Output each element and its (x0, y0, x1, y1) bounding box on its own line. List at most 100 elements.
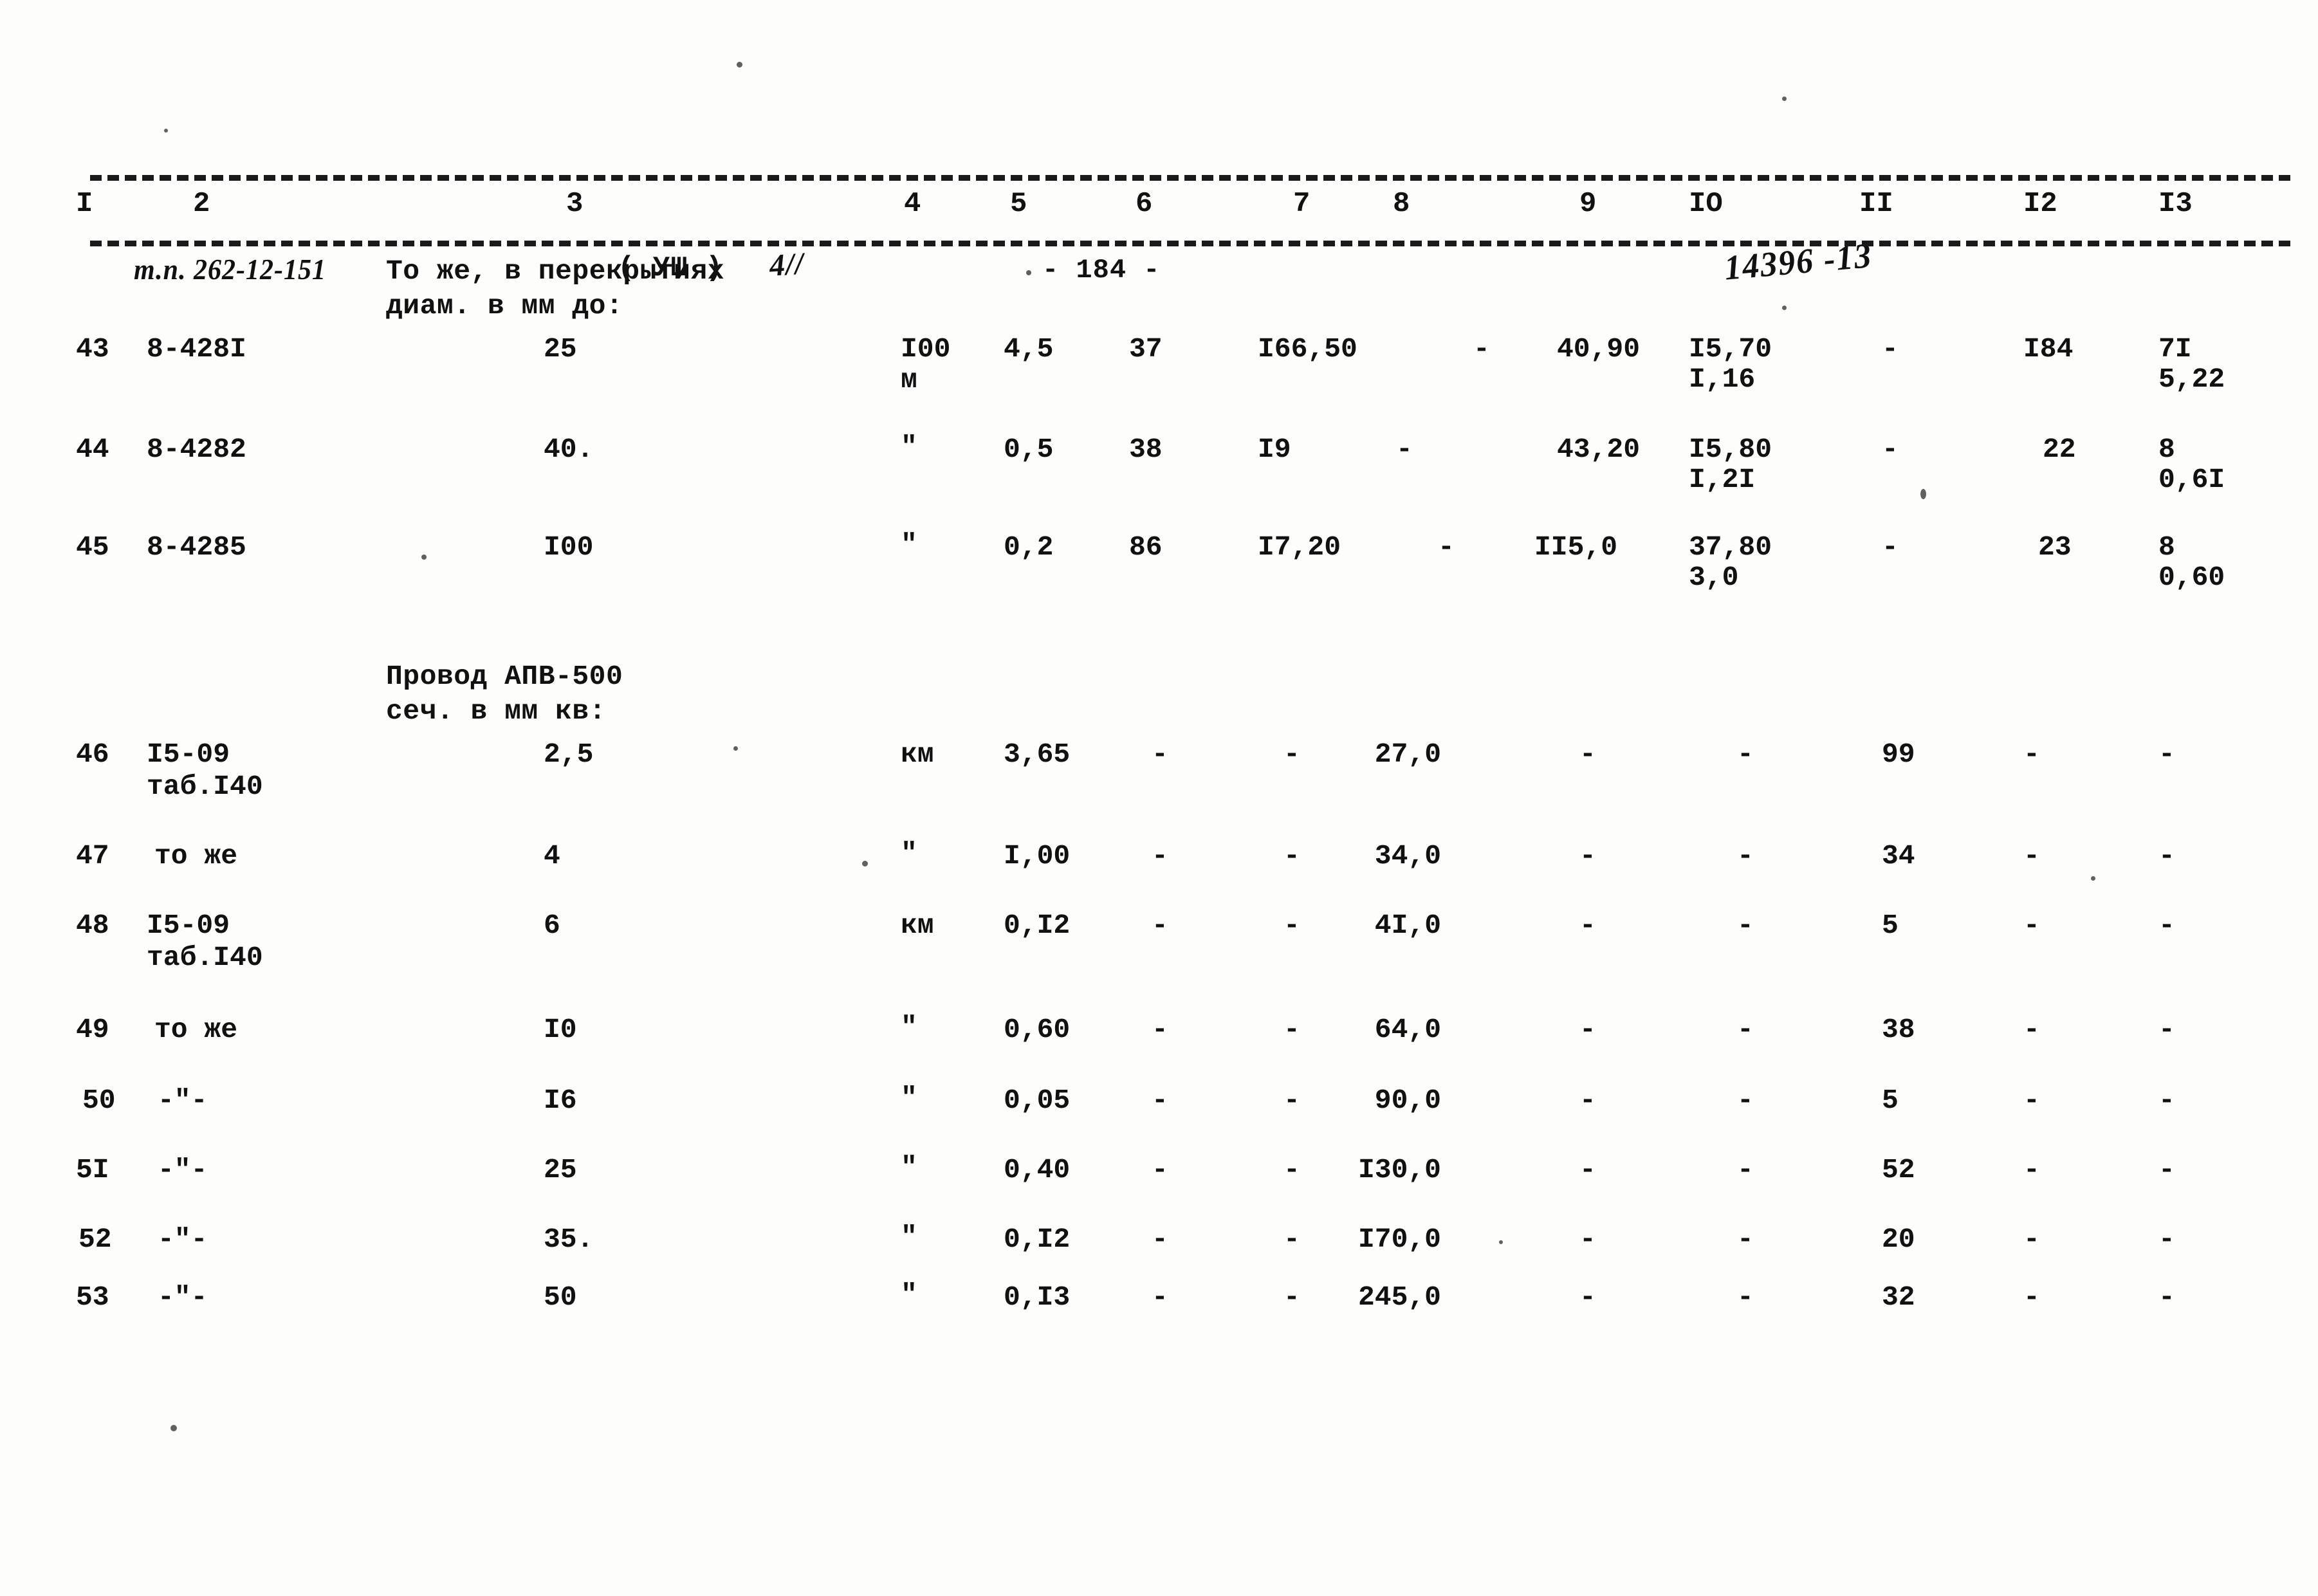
row-col10: - (1737, 1154, 1754, 1186)
row-col11: 20 (1882, 1224, 1915, 1255)
row-col13-second: 5,22 (2158, 363, 2225, 395)
column-number-7: 7 (1293, 188, 1311, 220)
row-col5: 0,5 (1004, 434, 1054, 465)
column-number-2: 2 (193, 188, 210, 220)
row-col9: - (1579, 1085, 1596, 1116)
table-row[interactable]: 50 -"- I6 " 0,05 - - 90,0 - - 5 - - (0, 1082, 2318, 1153)
row-col9: 43,20 (1557, 434, 1641, 465)
row-col6: - (1152, 840, 1168, 872)
row-number: 48 (76, 910, 109, 941)
row-col6: - (1152, 910, 1168, 941)
row-col13: 8 (2158, 531, 2175, 563)
row-col5: 0,05 (1004, 1085, 1071, 1116)
column-number-row: I 2 3 4 5 6 7 8 9 IO II I2 I3 (0, 188, 2318, 237)
row-col5: 0,I3 (1004, 1281, 1071, 1313)
row-size: I00 (544, 531, 594, 563)
scan-speck (1782, 96, 1787, 101)
column-number-12: I2 (2023, 188, 2057, 220)
row-col11: 99 (1882, 738, 1915, 770)
table-row[interactable]: 48 I5-09 таб.I40 6 км 0,I2 - - 4I,0 - - … (0, 909, 2318, 1013)
column-number-8: 8 (1393, 188, 1410, 220)
row-col9: - (1579, 1281, 1596, 1313)
row-col7: I66,50 (1258, 333, 1357, 365)
scan-speck (421, 555, 427, 560)
row-unit: км (901, 738, 934, 770)
row-col11: 34 (1882, 840, 1915, 872)
row-unit: " (901, 1221, 917, 1252)
scan-speck (2091, 876, 2095, 881)
row-col10: - (1737, 840, 1754, 872)
column-number-13: I3 (2158, 188, 2193, 220)
row-col12: 22 (2043, 434, 2076, 465)
scan-speck (1920, 489, 1926, 499)
scan-speck (1026, 270, 1031, 275)
row-col11: - (1882, 434, 1899, 465)
scan-speck (862, 861, 868, 867)
table-row[interactable]: 53 -"- 50 " 0,I3 - - 245,0 - - 32 - - (0, 1279, 2318, 1345)
row-size: I6 (544, 1085, 577, 1116)
row-col9: - (1579, 1224, 1596, 1255)
table-row[interactable]: 5I -"- 25 " 0,40 - - I30,0 - - 52 - - (0, 1151, 2318, 1223)
row-col9: - (1579, 738, 1596, 770)
row-col7: I9 (1258, 434, 1291, 465)
row-col10: I5,70 (1689, 333, 1772, 365)
row-size: 2,5 (544, 738, 594, 770)
row-number: 46 (76, 738, 109, 770)
row-col13: - (2158, 910, 2175, 941)
table-row[interactable]: 44 8-4282 40. " 0,5 38 I9 - 43,20 I5,80 … (0, 431, 2318, 531)
row-col9: - (1579, 1154, 1596, 1186)
row-col8: - (1438, 531, 1455, 563)
table-row[interactable]: 49 то же I0 " 0,60 - - 64,0 - - 38 - - (0, 1011, 2318, 1084)
row-col11: 52 (1882, 1154, 1915, 1186)
row-col8: - (1473, 333, 1490, 365)
table-row[interactable]: 43 8-428I 25 I00 м 4,5 37 I66,50 - 40,90… (0, 333, 2318, 433)
row-col8: 90,0 (1374, 1085, 1441, 1116)
column-number-6: 6 (1136, 188, 1153, 220)
group-heading-line2: сеч. в мм кв: (386, 695, 606, 727)
row-col13: 8 (2158, 434, 2175, 465)
row-code: -"- (158, 1224, 208, 1255)
row-unit: I00 (901, 333, 951, 365)
row-col12: 23 (2038, 531, 2072, 563)
row-col13: - (2158, 738, 2175, 770)
row-size: 25 (544, 333, 577, 365)
row-unit: " (901, 1082, 917, 1114)
row-col13-second: 0,6I (2158, 464, 2225, 495)
row-col12: - (2023, 1085, 2040, 1116)
row-unit: " (901, 431, 917, 463)
row-col10: - (1737, 910, 1754, 941)
row-code: -"- (158, 1281, 208, 1313)
table-row[interactable]: 45 8-4285 I00 " 0,2 86 I7,20 - II5,0 37,… (0, 529, 2318, 659)
table-body: То же, в перекрытиях диам. в мм до: 43 8… (0, 254, 2318, 1345)
row-col12: - (2023, 840, 2040, 872)
row-col9: II5,0 (1534, 531, 1618, 563)
row-size: 25 (544, 1154, 577, 1186)
row-col10-second: I,16 (1689, 363, 1756, 395)
table-row[interactable]: 47 то же 4 " I,00 - - 34,0 - - 34 - - (0, 838, 2318, 909)
row-col10: - (1737, 738, 1754, 770)
row-col10: - (1737, 1085, 1754, 1116)
table-row[interactable]: 52 -"- 35. " 0,I2 - - I70,0 - - 20 - - (0, 1221, 2318, 1281)
row-col11: - (1882, 333, 1899, 365)
column-number-5: 5 (1010, 188, 1027, 220)
scanned-page: т.п. 262-12-151 ( УШ ) 4// - 184 - 14396… (0, 0, 2318, 1596)
row-col5: I,00 (1004, 840, 1071, 872)
row-unit: " (901, 1279, 917, 1310)
row-col9: - (1579, 910, 1596, 941)
row-col12: - (2023, 738, 2040, 770)
row-col12: - (2023, 1281, 2040, 1313)
row-col8: 27,0 (1374, 738, 1441, 770)
row-col11: 5 (1882, 910, 1899, 941)
row-col12: I84 (2023, 333, 2074, 365)
row-col10: - (1737, 1014, 1754, 1045)
row-col10: I5,80 (1689, 434, 1772, 465)
row-unit: км (901, 910, 934, 941)
group-heading-line2: диам. в мм до: (386, 290, 623, 322)
row-col8: - (1396, 434, 1413, 465)
table-row[interactable]: 46 I5-09 таб.I40 2,5 км 3,65 - - 27,0 - … (0, 738, 2318, 839)
row-code-second: таб.I40 (147, 771, 263, 802)
row-col13: - (2158, 1281, 2175, 1313)
row-col8: 34,0 (1374, 840, 1441, 872)
row-col13: 7I (2158, 333, 2192, 365)
row-col10: - (1737, 1281, 1754, 1313)
